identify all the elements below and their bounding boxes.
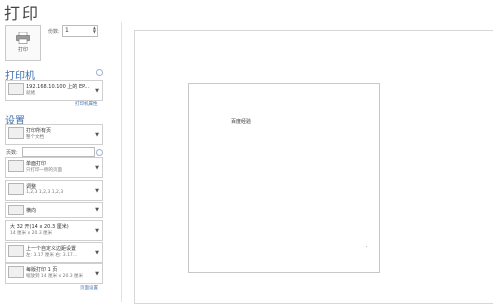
margins-icon [8,245,24,257]
chevron-down-icon: ▼ [95,249,99,256]
paper-size-label: 大 32 开(14 x 20.3 厘米) [10,224,69,230]
scaling-desc: 缩放到 14 厘米 x 20.3 厘米 [26,274,84,279]
orientation-label: 横向 [26,208,37,214]
printer-select[interactable]: 192.168.10.100 上的 EP... 就绪 ▼ [5,80,103,101]
chevron-down-icon: ▼ [95,131,99,138]
margins-desc: 左: 3.17 厘米 右: 3.17... [26,253,78,258]
page-title: 打印 [4,4,41,23]
page-mark [366,246,367,247]
scaling-select[interactable]: 每版打印 1 页 缩放到 14 厘米 x 20.3 厘米 ▼ [5,263,103,284]
orientation-select[interactable]: 横向 ▼ [5,202,103,218]
print-range-select[interactable]: 打印所有页 整个文档 ▼ [5,124,103,145]
pages-per-sheet-icon [8,266,24,278]
printer-name: 192.168.10.100 上的 EP... [26,84,90,90]
preview-page [188,83,380,273]
margins-label: 上一个自定义边距设置 [26,246,77,252]
copies-label: 份数: [48,29,60,35]
collate-icon [8,183,24,195]
print-button-label: 打印 [17,47,28,53]
info-icon[interactable] [96,149,103,156]
print-button[interactable]: 打印 [5,25,41,61]
print-range-desc: 整个文档 [26,135,44,140]
sides-label: 单面打印 [26,161,47,167]
preview-page-text: 百度经验 [231,119,252,125]
pages-label: 页数: [6,150,18,156]
printer-icon [16,32,30,44]
one-sided-icon [8,160,24,172]
margins-select[interactable]: 上一个自定义边距设置 左: 3.17 厘米 右: 3.17... ▼ [5,242,103,263]
collate-label: 调整 [26,184,37,190]
paper-size-select[interactable]: 大 32 开(14 x 20.3 厘米) 14 厘米 x 20.3 厘米 ▼ [5,220,103,241]
spin-arrows-icon[interactable]: ▲ ▼ [93,26,96,34]
chevron-down-icon: ▼ [95,270,99,277]
collate-select[interactable]: 调整 1,2,3 1,2,3 1,2,3 ▼ [5,180,103,201]
paper-size-desc: 14 厘米 x 20.3 厘米 [10,231,53,236]
scaling-label: 每版打印 1 页 [26,267,58,273]
chevron-down-icon: ▼ [95,164,99,171]
page-setup-link[interactable]: 页面设置 [80,285,98,291]
printer-status: 就绪 [26,91,35,96]
chevron-down-icon: ▼ [95,187,99,194]
printer-properties-link[interactable]: 打印机属性 [75,101,98,107]
sides-select[interactable]: 单面打印 只打印一侧的页面 ▼ [5,157,103,178]
orientation-icon [8,205,24,215]
chevron-down-icon: ▼ [95,227,99,234]
info-icon[interactable] [96,69,103,76]
print-range-label: 打印所有页 [26,128,52,134]
copies-stepper[interactable]: 1 ▲ ▼ [62,25,98,37]
printer-device-icon [8,83,24,95]
chevron-down-icon: ▼ [95,87,99,94]
copies-value: 1 [65,27,69,34]
pages-input[interactable] [22,147,95,157]
sides-desc: 只打印一侧的页面 [26,168,62,173]
collate-desc: 1,2,3 1,2,3 1,2,3 [26,190,64,195]
document-icon [8,127,24,139]
chevron-down-icon: ▼ [95,207,99,213]
